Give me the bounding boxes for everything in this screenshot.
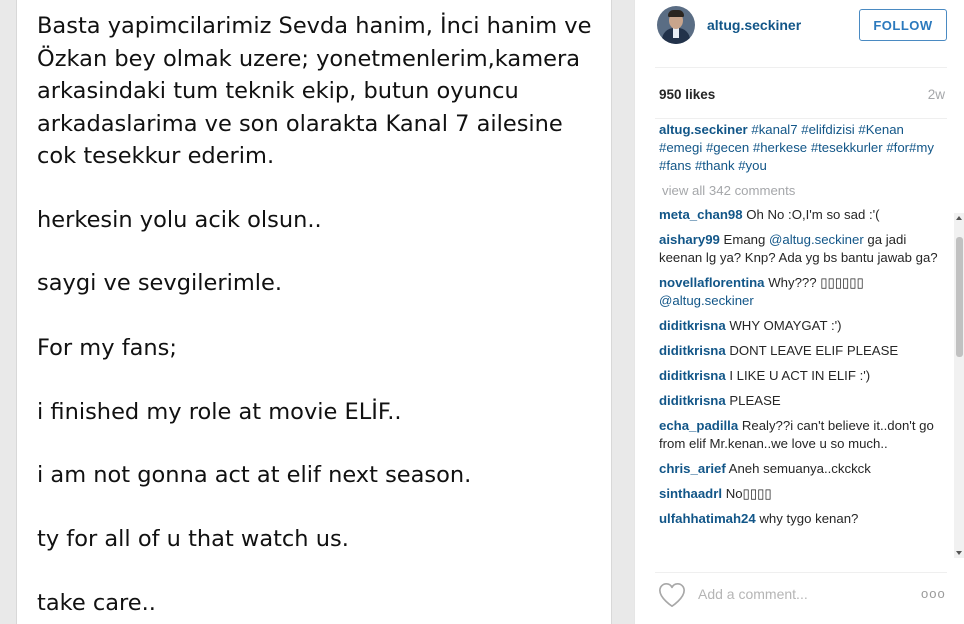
post-header: altug.seckiner FOLLOW (635, 0, 964, 52)
hashtag[interactable]: #for#my (886, 140, 934, 155)
heart-icon[interactable] (657, 581, 687, 609)
comment-username[interactable]: diditkrisna (659, 318, 726, 333)
photo-text-line: Özkan bey olmak uzere; yonetmenlerim,kam… (37, 46, 581, 72)
follow-button[interactable]: FOLLOW (859, 9, 947, 41)
hashtag[interactable]: #you (738, 158, 767, 173)
page-background-left (0, 0, 16, 624)
comment-username[interactable]: ulfahhatimah24 (659, 511, 756, 526)
comment-text: WHY OMAYGAT :') (729, 318, 842, 333)
comment-username[interactable]: diditkrisna (659, 393, 726, 408)
view-all-comments-link[interactable]: view all 342 comments (662, 182, 939, 200)
hashtag[interactable]: #kanal7 (751, 122, 797, 137)
photo-text-line: ty for all of u that watch us. (37, 526, 349, 552)
comment-username[interactable]: chris_arief (659, 461, 726, 476)
avatar[interactable] (657, 6, 695, 44)
comment-text: Emang (723, 232, 769, 247)
scroll-down-arrow-icon[interactable] (956, 551, 962, 555)
list-item: diditkrisna PLEASE (659, 392, 939, 410)
post-sidebar: altug.seckiner FOLLOW 950 likes 2w altug… (634, 0, 964, 624)
list-item: meta_chan98 Oh No :O,I'm so sad :'( (659, 206, 939, 224)
photo-text-line: cok tesekkur ederim. (37, 143, 275, 169)
comment-text: I LIKE U ACT IN ELIF :') (729, 368, 871, 383)
hashtag[interactable]: #thank (695, 158, 735, 173)
caption-username[interactable]: altug.seckiner (659, 122, 748, 137)
comment-username[interactable]: meta_chan98 (659, 207, 743, 222)
divider (655, 67, 947, 68)
comment-text: DONT LEAVE ELIF PLEASE (729, 343, 899, 358)
hashtag[interactable]: #emegi (659, 140, 702, 155)
comment-username[interactable]: aishary99 (659, 232, 720, 247)
comments-scrollbar[interactable] (954, 213, 964, 558)
photo-text-line: Basta yapimcilarimiz Sevda hanim, İnci h… (37, 13, 592, 39)
add-comment-input[interactable] (698, 584, 898, 604)
comment-mention[interactable]: @altug.seckiner (769, 232, 864, 247)
comment-text: No▯▯▯▯ (725, 486, 772, 501)
hashtag[interactable]: #fans (659, 158, 691, 173)
hashtag[interactable]: #Kenan (858, 122, 903, 137)
list-item: aishary99 Emang @altug.seckiner ga jadi … (659, 231, 939, 267)
list-item: echa_padilla Realy??i can't believe it..… (659, 417, 939, 453)
comment-username[interactable]: diditkrisna (659, 343, 726, 358)
hashtag[interactable]: #herkese (753, 140, 807, 155)
scroll-up-arrow-icon[interactable] (956, 216, 962, 220)
list-item: ulfahhatimah24 why tygo kenan? (659, 510, 939, 528)
hashtag[interactable]: #gecen (706, 140, 749, 155)
page-background-gutter (612, 0, 634, 624)
list-item: diditkrisna I LIKE U ACT IN ELIF :') (659, 367, 939, 385)
list-item: sinthaadrl No▯▯▯▯ (659, 485, 939, 503)
like-count[interactable]: 950 likes (659, 87, 715, 102)
comment-mention[interactable]: @altug.seckiner (659, 293, 754, 308)
comment-username[interactable]: echa_padilla (659, 418, 738, 433)
comment-text: Why??? ▯▯▯▯▯▯ (768, 275, 864, 290)
comments-list[interactable]: altug.seckiner #kanal7 #elifdizisi #Kena… (659, 121, 939, 568)
list-item: chris_arief Aneh semuanya..ckckck (659, 460, 939, 478)
comment-username[interactable]: diditkrisna (659, 368, 726, 383)
divider (655, 118, 947, 119)
comment-username[interactable]: novellaflorentina (659, 275, 765, 290)
list-item: novellaflorentina Why??? ▯▯▯▯▯▯ @altug.s… (659, 274, 939, 310)
comment-text: Oh No :O,I'm so sad :'( (746, 207, 880, 222)
more-options-icon[interactable]: ooo (921, 586, 946, 601)
post-photo: Basta yapimcilarimiz Sevda hanim, İnci h… (16, 0, 612, 624)
list-item: diditkrisna DONT LEAVE ELIF PLEASE (659, 342, 939, 360)
photo-text-line: herkesin yolu acik olsun.. (37, 207, 322, 233)
list-item: diditkrisna WHY OMAYGAT :') (659, 317, 939, 335)
post-age: 2w (927, 87, 945, 102)
comment-username[interactable]: sinthaadrl (659, 486, 722, 501)
photo-text-line: take care.. (37, 590, 156, 616)
hashtag[interactable]: #tesekkurler (811, 140, 883, 155)
photo-text-line: i am not gonna act at elif next season. (37, 462, 472, 488)
hashtag[interactable]: #elifdizisi (801, 122, 855, 137)
author-username[interactable]: altug.seckiner (707, 17, 801, 33)
comment-composer: ooo (635, 572, 964, 624)
comment-text: why tygo kenan? (759, 511, 859, 526)
scrollbar-thumb[interactable] (956, 237, 963, 357)
comment-text: PLEASE (729, 393, 781, 408)
photo-text-line: arkadaslarima ve son olarakta Kanal 7 ai… (37, 111, 563, 137)
photo-text-line: arkasindaki tum teknik ekip, butun oyunc… (37, 78, 519, 104)
photo-text-line: saygi ve sevgilerimle. (37, 270, 282, 296)
comment-text: Aneh semuanya..ckckck (728, 461, 871, 476)
photo-text-line: For my fans; (37, 335, 177, 361)
photo-text-line: i finished my role at movie ELİF.. (37, 399, 402, 425)
caption: altug.seckiner #kanal7 #elifdizisi #Kena… (659, 121, 939, 175)
